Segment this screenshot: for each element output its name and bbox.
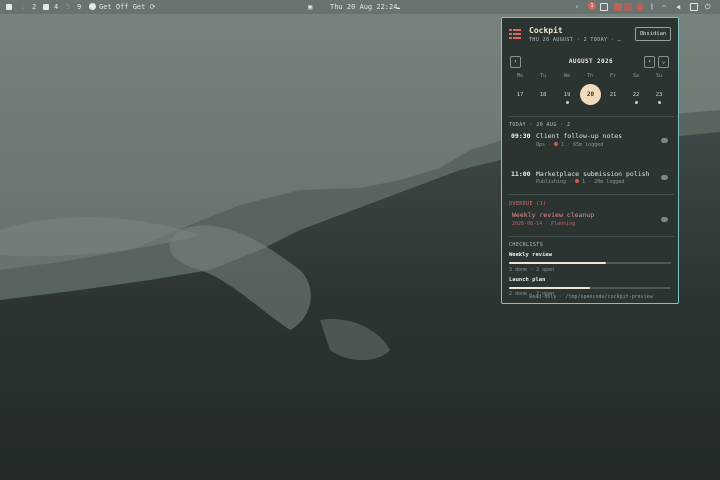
cockpit-panel: Cockpit THU 20 AUGUST · 2 TODAY · … Obsi…	[501, 17, 679, 304]
checklist-progress	[509, 262, 671, 264]
record-icon[interactable]	[614, 3, 622, 11]
panel-title: Cockpit	[529, 26, 563, 35]
workspace-5[interactable]: 5	[66, 0, 70, 14]
checklist-progress-fill	[509, 287, 590, 289]
checklists-header: CHECKLISTS	[509, 242, 544, 248]
tomato-icon	[575, 179, 580, 183]
event-title[interactable]: Marketplace submission polish	[536, 170, 650, 178]
workspace-occupied-icon	[43, 4, 49, 10]
record-icon[interactable]	[624, 3, 632, 11]
notification-badge[interactable]: 1	[588, 2, 596, 10]
weekday-label: Fr	[609, 73, 617, 79]
workspace-2[interactable]: 2	[32, 0, 36, 14]
event-logged: 1 · 20m logged	[582, 179, 625, 185]
event-item[interactable]: 11:00	[511, 170, 531, 178]
workspace-3[interactable]	[43, 0, 49, 14]
weekday-label: Sa	[632, 73, 640, 79]
weekday-label: Su	[655, 73, 663, 79]
event-dot	[566, 101, 569, 104]
event-project: Ops ·	[536, 142, 552, 148]
open-obsidian-button[interactable]: Obsidian	[635, 27, 671, 41]
workspace-separator: :	[21, 3, 26, 11]
event-time: 09:30	[511, 132, 531, 140]
overdue-toggle[interactable]	[661, 217, 668, 222]
expand-calendar-button[interactable]: ⌄	[658, 56, 669, 68]
weekday-label: Mo	[516, 73, 524, 79]
workspace-9[interactable]: 9	[77, 0, 81, 14]
wifi-icon[interactable]: ◠	[662, 0, 666, 14]
checklist-name[interactable]: Weekly review	[509, 252, 552, 258]
event-meta: Ops · 1 · 65m logged	[536, 142, 603, 148]
event-toggle[interactable]	[661, 175, 668, 180]
calendar-day[interactable]: 21	[603, 92, 623, 98]
today-header: TODAY · 20 AUG · 2	[509, 122, 571, 128]
calendar-day[interactable]: 22	[626, 92, 646, 98]
checklist-name[interactable]: Launch plan	[509, 277, 545, 283]
event-project: Publishing ·	[536, 179, 573, 185]
event-time: 11:00	[511, 170, 531, 178]
event-logged: 1 · 65m logged	[561, 142, 604, 148]
volume-icon[interactable]: ◀	[676, 0, 680, 14]
event-dot	[658, 101, 661, 104]
calendar-day-today[interactable]: 20	[580, 84, 601, 105]
calendar-day[interactable]: 18	[533, 92, 553, 98]
workspace-active-icon	[6, 4, 12, 10]
refresh-icon: ⟳	[149, 3, 156, 11]
checklist-icon	[509, 29, 521, 39]
checklist-progress-fill	[509, 262, 607, 264]
event-meta: Publishing · 1 · 20m logged	[536, 179, 624, 185]
book-icon[interactable]	[600, 3, 608, 11]
display-icon[interactable]	[690, 3, 698, 11]
bluetooth-icon[interactable]: ᛒ	[650, 0, 654, 14]
top-bar: : 2 4 5 9 Get Off Get ⟳ ▣ Thu 20 Aug 22:…	[0, 0, 720, 14]
overdue-header: OVERDUE (1)	[509, 201, 547, 207]
calendar-day[interactable]: 23	[649, 92, 669, 98]
tray-collapse-icon[interactable]: ‹	[575, 0, 579, 14]
workspace-1[interactable]	[6, 0, 12, 14]
active-window-title[interactable]: Get Off Get ⟳	[89, 0, 155, 14]
status-icon[interactable]	[636, 3, 644, 11]
next-month-button[interactable]: ›	[644, 56, 655, 68]
event-title[interactable]: Client follow-up notes	[536, 132, 622, 140]
weather-icon: ☁	[396, 3, 401, 11]
weekday-label: Tu	[539, 73, 547, 79]
circle-icon	[89, 3, 96, 10]
panel-footer: Read-only · /tmp/opencode/cockpit-previe…	[529, 294, 653, 300]
tomato-icon	[554, 142, 559, 146]
weekday-label: Th	[586, 73, 594, 79]
active-app-label: Get Off Get	[99, 3, 146, 11]
calendar-day[interactable]: 17	[510, 92, 530, 98]
checklist-meta: 3 done · 2 open	[509, 267, 555, 273]
divider	[508, 236, 674, 237]
weekday-label: We	[563, 73, 571, 79]
overdue-title[interactable]: Weekly review cleanup	[512, 211, 594, 219]
workspace-4[interactable]: 4	[54, 0, 58, 14]
panel-subtitle: THU 20 AUGUST · 2 TODAY · …	[529, 37, 622, 43]
divider	[508, 194, 674, 195]
divider	[508, 116, 674, 117]
event-dot	[635, 101, 638, 104]
power-icon[interactable]: ⏻	[705, 0, 711, 14]
calendar-day[interactable]: 19	[557, 92, 577, 98]
clock[interactable]: Thu 20 Aug 22:24	[330, 0, 397, 14]
calendar-icon: ▣	[308, 3, 313, 11]
event-item[interactable]: 09:30	[511, 132, 531, 140]
checklist-progress	[509, 287, 671, 289]
overdue-meta: 2026-08-14 · Planning	[512, 221, 576, 227]
event-toggle[interactable]	[661, 138, 668, 143]
